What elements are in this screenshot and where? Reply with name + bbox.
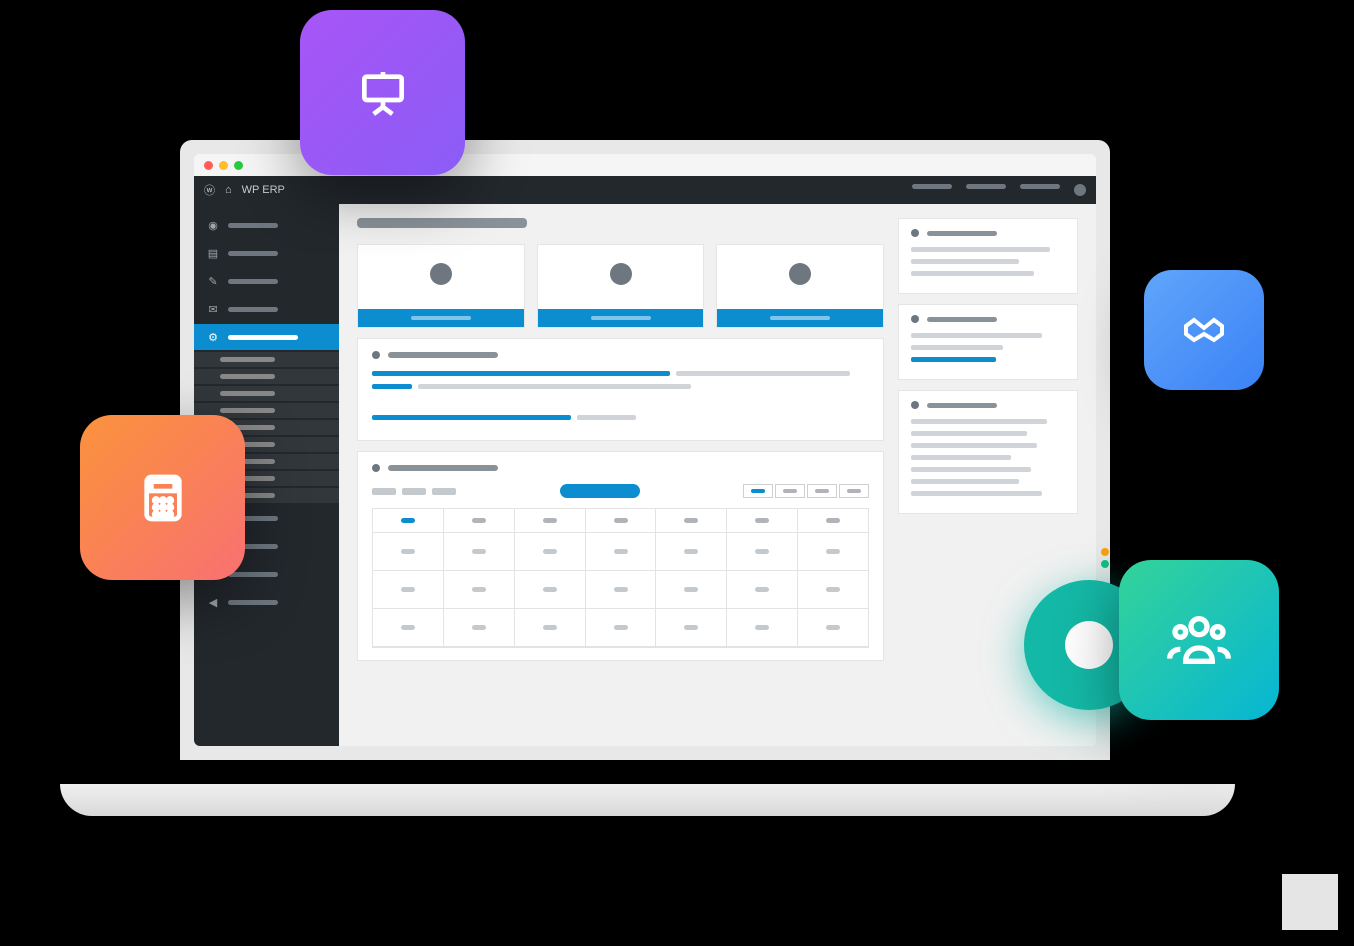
calendar-day-header	[656, 509, 727, 533]
calendar-cell[interactable]	[798, 533, 868, 571]
calendar-cell[interactable]	[515, 609, 586, 647]
calendar-panel	[357, 451, 884, 661]
calendar-tab[interactable]	[839, 484, 869, 498]
sidebar-item-dashboard[interactable]: ◉	[194, 212, 339, 238]
calendar-day-header	[373, 509, 444, 533]
stat-card[interactable]	[357, 244, 525, 328]
calendar-cell[interactable]	[656, 609, 727, 647]
window-max-dot[interactable]	[234, 161, 243, 170]
calendar-cell[interactable]	[373, 533, 444, 571]
status-dot-ok	[1101, 560, 1109, 568]
progress-panel	[357, 338, 884, 441]
sidebar-subitem[interactable]	[194, 386, 339, 401]
screen: ⓦ ⌂ WP ERP ◉ ▤ ✎ ✉ ⚙	[194, 154, 1096, 746]
calendar-day-header	[444, 509, 515, 533]
stat-card[interactable]	[716, 244, 884, 328]
calendar-cell[interactable]	[656, 533, 727, 571]
status-indicators	[1101, 548, 1109, 568]
sidebar-widget	[898, 304, 1078, 380]
admin-bar-item[interactable]	[912, 184, 952, 189]
calendar-cell[interactable]	[798, 609, 868, 647]
stat-cards-row	[357, 244, 884, 328]
people-icon	[1119, 560, 1279, 720]
calendar-cell[interactable]	[444, 609, 515, 647]
calculator-icon	[80, 415, 245, 580]
sidebar-item-erp[interactable]: ⚙	[194, 324, 339, 350]
calendar-cell[interactable]	[586, 571, 657, 609]
calendar-cell[interactable]	[586, 533, 657, 571]
sidebar-item-media[interactable]: ✎	[194, 268, 339, 294]
site-title[interactable]: WP ERP	[242, 184, 285, 196]
calendar-cell[interactable]	[727, 609, 798, 647]
app-body: ◉ ▤ ✎ ✉ ⚙ ▮ ♟ ▦ ◀	[194, 204, 1096, 746]
presentation-icon	[300, 10, 465, 175]
calendar-view-tabs	[743, 484, 869, 498]
calendar-cell[interactable]	[515, 571, 586, 609]
handshake-icon	[1144, 270, 1264, 390]
calendar-title	[464, 484, 735, 498]
calendar-day-header	[586, 509, 657, 533]
calendar-grid	[372, 508, 869, 648]
sidebar-item-collapse[interactable]: ◀	[194, 589, 339, 615]
avatar[interactable]	[1074, 184, 1086, 196]
sidebar-subitem[interactable]	[194, 369, 339, 384]
wordpress-icon[interactable]: ⓦ	[204, 182, 215, 198]
calendar-cell[interactable]	[515, 533, 586, 571]
wp-admin-bar: ⓦ ⌂ WP ERP	[194, 176, 1096, 204]
sidebar-item-posts[interactable]: ▤	[194, 240, 339, 266]
calendar-cell[interactable]	[373, 571, 444, 609]
calendar-cell[interactable]	[656, 571, 727, 609]
calendar-cell[interactable]	[727, 571, 798, 609]
page-title	[357, 218, 527, 228]
window-close-dot[interactable]	[204, 161, 213, 170]
main-content	[339, 204, 1096, 746]
calendar-day-header	[727, 509, 798, 533]
home-icon[interactable]: ⌂	[225, 184, 232, 196]
sidebar-subitem[interactable]	[194, 352, 339, 367]
calendar-tab[interactable]	[743, 484, 773, 498]
window-min-dot[interactable]	[219, 161, 228, 170]
status-dot-warning	[1101, 548, 1109, 556]
laptop-frame: ⓦ ⌂ WP ERP ◉ ▤ ✎ ✉ ⚙	[180, 140, 1110, 760]
calendar-nav[interactable]	[372, 488, 456, 495]
calendar-tab[interactable]	[775, 484, 805, 498]
calendar-day-header	[515, 509, 586, 533]
calendar-cell[interactable]	[586, 609, 657, 647]
admin-bar-item[interactable]	[966, 184, 1006, 189]
corner-placeholder	[1282, 874, 1338, 930]
sidebar-widget	[898, 390, 1078, 514]
calendar-cell[interactable]	[373, 609, 444, 647]
calendar-cell[interactable]	[444, 533, 515, 571]
calendar-cell[interactable]	[798, 571, 868, 609]
calendar-cell[interactable]	[444, 571, 515, 609]
stat-card[interactable]	[537, 244, 705, 328]
laptop-base	[60, 784, 1235, 816]
calendar-cell[interactable]	[727, 533, 798, 571]
admin-bar-item[interactable]	[1020, 184, 1060, 189]
sidebar-item-comments[interactable]: ✉	[194, 296, 339, 322]
sidebar-widget	[898, 218, 1078, 294]
calendar-day-header	[798, 509, 868, 533]
calendar-tab[interactable]	[807, 484, 837, 498]
